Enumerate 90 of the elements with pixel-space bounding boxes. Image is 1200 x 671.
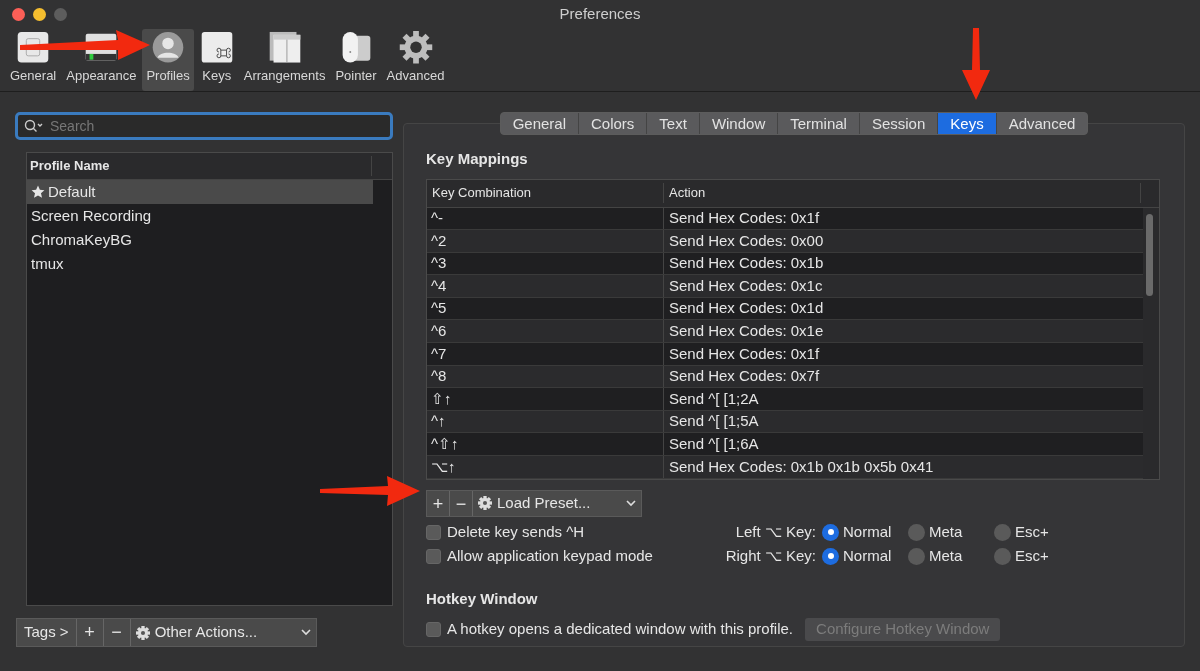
command-key-icon	[199, 31, 234, 64]
section-title: Key Mappings	[426, 149, 529, 169]
gear-icon	[478, 496, 492, 511]
tags-button[interactable]: Tags >	[17, 619, 77, 646]
tab[interactable]: Text	[647, 113, 700, 134]
minimize-icon[interactable]	[33, 7, 46, 21]
profile-row[interactable]: ChromaKeyBG	[27, 228, 373, 252]
close-icon[interactable]	[12, 7, 25, 21]
toolbar-item[interactable]: Profiles	[142, 29, 194, 91]
zoom-icon[interactable]	[54, 7, 67, 21]
radio-label: Meta	[929, 521, 963, 542]
profile-row[interactable]: Screen Recording	[27, 204, 373, 228]
profile-row[interactable]: tmux	[27, 252, 373, 276]
profile-row[interactable]: Default	[27, 180, 373, 204]
gear-icon	[135, 625, 150, 640]
checkbox[interactable]	[426, 524, 441, 540]
toolbar-item[interactable]: Pointer	[331, 29, 381, 91]
table-cell-text: Send Hex Codes: 0x1b 0x1b 0x5b 0x41	[668, 456, 934, 477]
table-cell: ^6	[427, 320, 664, 343]
profile-name: Default	[48, 181, 96, 202]
radio-button[interactable]	[822, 547, 839, 565]
table-cell: ^↑	[427, 410, 664, 433]
annotation-arrow	[962, 28, 990, 100]
table-cell: ^4	[427, 275, 664, 297]
table-cell: ^5	[427, 297, 664, 320]
option-key-label: Right ⌥ Key:	[724, 545, 817, 566]
profile-name: ChromaKeyBG	[31, 229, 132, 250]
table-cell-text: Send Hex Codes: 0x00	[668, 230, 824, 251]
column-header: Profile Name	[27, 156, 372, 176]
radio-label: Normal	[843, 545, 892, 566]
option-key-label: Left ⌥ Key:	[734, 521, 817, 542]
windows-icon	[267, 31, 302, 64]
toolbar-item[interactable]: Advanced	[382, 29, 449, 91]
table-cell-text: Send ^[ [1;6A	[668, 434, 759, 454]
tab[interactable]: Advanced	[996, 113, 1088, 134]
column-header: Key Combination	[427, 183, 664, 203]
radio-button[interactable]	[994, 547, 1011, 565]
radio-button[interactable]	[994, 523, 1011, 541]
user-icon	[151, 31, 186, 64]
checkbox-label: Allow application keypad mode	[447, 545, 653, 566]
table-cell-text: Send Hex Codes: 0x1f	[668, 208, 820, 229]
table-cell: ^⇧↑	[427, 433, 664, 456]
table-cell-text: Send Hex Codes: 0x7f	[668, 366, 820, 387]
tab[interactable]: Keys	[938, 113, 997, 134]
table-cell-text: Send ^[ [1;5A	[668, 411, 759, 432]
table-cell: ^-	[427, 207, 664, 230]
profile-name: Screen Recording	[31, 205, 152, 226]
other-actions-dropdown[interactable]: Other Actions...	[130, 619, 316, 646]
checkbox[interactable]	[426, 622, 441, 638]
radio-label: Esc+	[1015, 521, 1049, 542]
add-button[interactable]: +	[427, 490, 450, 516]
checkbox-label: A hotkey opens a dedicated window with this profile.	[447, 619, 794, 640]
table-cell-text: Send Hex Codes: 0x1c	[668, 275, 823, 296]
column-header: Action	[664, 183, 1141, 203]
gear-icon	[398, 31, 433, 64]
window-title: Preferences	[559, 3, 641, 24]
section-title: Hotkey Window	[426, 588, 539, 609]
remove-button[interactable]: −	[103, 619, 131, 646]
profile-name: tmux	[31, 253, 64, 274]
load-preset-dropdown[interactable]: Load Preset...	[473, 490, 641, 516]
table-cell: ^8	[427, 365, 664, 388]
table-cell: ⌥↑	[427, 456, 664, 478]
table-cell: ^2	[427, 230, 664, 252]
radio-button[interactable]	[822, 523, 839, 541]
radio-label: Meta	[929, 545, 963, 566]
tab[interactable]: Window	[699, 113, 779, 134]
radio-label: Esc+	[1015, 545, 1049, 566]
table-cell-text: Send ^[ [1;2A	[668, 388, 759, 409]
add-button[interactable]: +	[76, 619, 104, 646]
table-cell: ⇧↑	[427, 388, 664, 410]
toolbar-item[interactable]: Keys	[195, 29, 238, 91]
remove-button[interactable]: −	[450, 490, 473, 516]
checkbox[interactable]	[426, 548, 441, 564]
radio-button[interactable]	[908, 523, 925, 541]
table-cell-text: Send Hex Codes: 0x1f	[668, 343, 820, 364]
toolbar-item[interactable]: Arrangements	[239, 29, 330, 91]
table-cell-text: Send Hex Codes: 0x1d	[668, 298, 824, 319]
radio-label: Normal	[843, 521, 892, 542]
tab[interactable]: Terminal	[778, 113, 860, 134]
caret-icon	[301, 629, 311, 636]
checkbox-label: Delete key sends ^H	[447, 521, 585, 542]
table-cell-text: Send Hex Codes: 0x1b	[668, 253, 824, 274]
scrollbar-thumb[interactable]	[1146, 213, 1153, 296]
caret-icon	[626, 499, 636, 507]
tab[interactable]: Colors	[579, 113, 648, 134]
table-cell-text: Send Hex Codes: 0x1e	[668, 321, 824, 341]
search-field[interactable]: Search	[15, 112, 393, 140]
table-cell: ^7	[427, 343, 664, 365]
table-cell: ^3	[427, 252, 664, 275]
radio-button[interactable]	[908, 547, 925, 565]
